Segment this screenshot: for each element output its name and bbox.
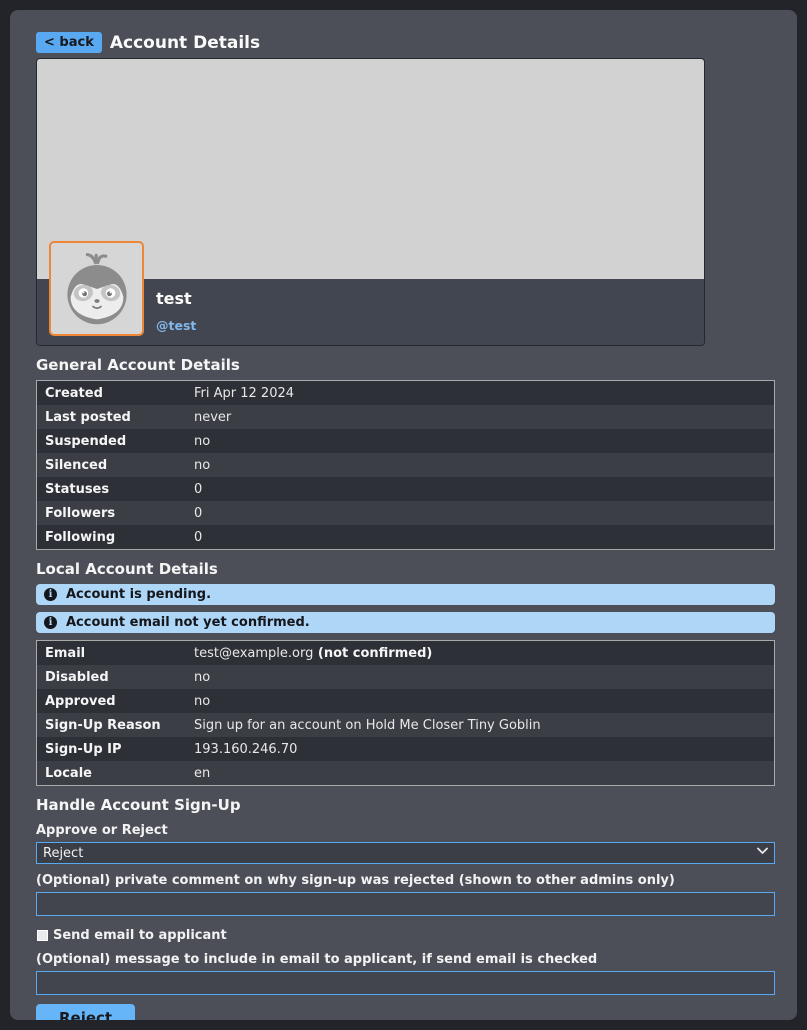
row-label: Followers xyxy=(37,501,186,525)
notice-text: Account email not yet confirmed. xyxy=(66,615,310,630)
send-email-label: Send email to applicant xyxy=(53,928,227,943)
reject-submit-button[interactable]: Reject xyxy=(36,1004,135,1020)
email-message-label: (Optional) message to include in email t… xyxy=(36,952,775,967)
row-label: Approved xyxy=(37,689,186,713)
row-value: never xyxy=(186,405,239,429)
account-handle: @test xyxy=(156,318,196,333)
table-row: CreatedFri Apr 12 2024 xyxy=(37,381,774,405)
pending-notice: i Account is pending. xyxy=(36,584,775,605)
row-value: test@example.org (not confirmed) xyxy=(186,641,440,665)
sloth-avatar-icon xyxy=(57,249,137,329)
email-message-input[interactable] xyxy=(36,971,775,995)
general-details-table: CreatedFri Apr 12 2024Last postedneverSu… xyxy=(36,380,775,550)
row-label: Sign-Up IP xyxy=(37,737,186,761)
row-value: no xyxy=(186,453,218,477)
row-value: 0 xyxy=(186,501,210,525)
row-label: Email xyxy=(37,641,186,665)
table-row: Sign-Up IP193.160.246.70 xyxy=(37,737,774,761)
row-value: Fri Apr 12 2024 xyxy=(186,381,302,405)
general-details-heading: General Account Details xyxy=(36,356,775,374)
row-label: Disabled xyxy=(37,665,186,689)
profile-card: test @test xyxy=(36,58,705,346)
private-comment-label: (Optional) private comment on why sign-u… xyxy=(36,873,775,888)
row-label: Created xyxy=(37,381,186,405)
table-row: Emailtest@example.org (not confirmed) xyxy=(37,641,774,665)
row-label: Suspended xyxy=(37,429,186,453)
row-label: Last posted xyxy=(37,405,186,429)
row-label: Locale xyxy=(37,761,186,785)
local-details-table: Emailtest@example.org (not confirmed)Dis… xyxy=(36,640,775,786)
local-details-heading: Local Account Details xyxy=(36,560,775,578)
row-label: Statuses xyxy=(37,477,186,501)
email-unconfirmed-notice: i Account email not yet confirmed. xyxy=(36,612,775,633)
row-label: Following xyxy=(37,525,186,549)
private-comment-input[interactable] xyxy=(36,892,775,916)
table-row: Disabledno xyxy=(37,665,774,689)
notice-text: Account is pending. xyxy=(66,587,211,602)
table-row: Statuses0 xyxy=(37,477,774,501)
row-value: 193.160.246.70 xyxy=(186,737,305,761)
display-name: test xyxy=(156,289,196,308)
approve-reject-select[interactable]: Reject xyxy=(36,842,775,864)
row-label: Silenced xyxy=(37,453,186,477)
approve-reject-label: Approve or Reject xyxy=(36,823,775,838)
page-header: < back Account Details xyxy=(36,32,775,53)
row-value: no xyxy=(186,689,218,713)
table-row: Sign-Up ReasonSign up for an account on … xyxy=(37,713,774,737)
row-value: en xyxy=(186,761,218,785)
table-row: Approvedno xyxy=(37,689,774,713)
table-row: Silencedno xyxy=(37,453,774,477)
row-value: no xyxy=(186,665,218,689)
info-icon: i xyxy=(44,616,57,629)
row-value: no xyxy=(186,429,218,453)
send-email-checkbox[interactable] xyxy=(37,930,48,941)
back-button[interactable]: < back xyxy=(36,32,102,53)
info-icon: i xyxy=(44,588,57,601)
row-value: 0 xyxy=(186,525,210,549)
table-row: Last postednever xyxy=(37,405,774,429)
profile-names: test @test xyxy=(156,289,196,333)
handle-signup-heading: Handle Account Sign-Up xyxy=(36,796,775,814)
row-value: 0 xyxy=(186,477,210,501)
row-label: Sign-Up Reason xyxy=(37,713,186,737)
page-title: Account Details xyxy=(110,33,260,53)
account-details-panel: < back Account Details xyxy=(10,10,797,1020)
table-row: Suspendedno xyxy=(37,429,774,453)
table-row: Localeen xyxy=(37,761,774,785)
table-row: Following0 xyxy=(37,525,774,549)
row-value: Sign up for an account on Hold Me Closer… xyxy=(186,713,549,737)
table-row: Followers0 xyxy=(37,501,774,525)
avatar xyxy=(49,241,144,336)
